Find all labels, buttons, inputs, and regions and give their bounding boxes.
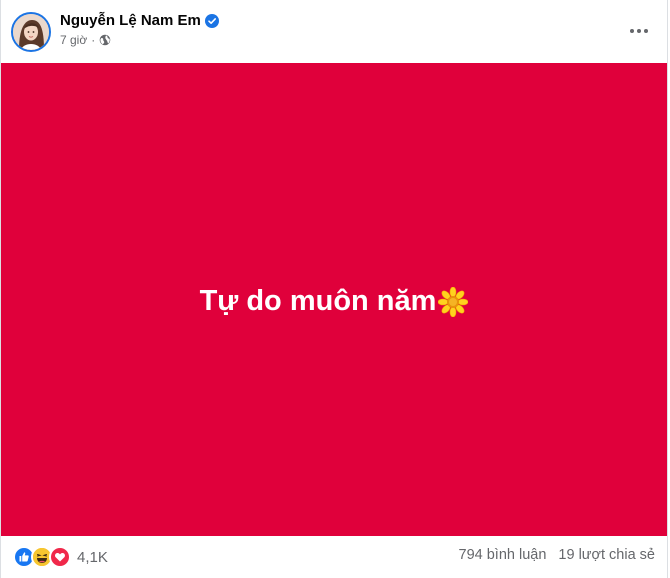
status-background[interactable]: Tự do muôn năm bbox=[1, 63, 667, 536]
love-icon bbox=[49, 546, 71, 568]
globe-icon[interactable] bbox=[99, 34, 111, 46]
post-header: Nguyễn Lệ Nam Em 7 giờ · bbox=[1, 0, 667, 62]
status-text: Tự do muôn năm bbox=[199, 285, 437, 317]
status-text-block: Tự do muôn năm bbox=[200, 285, 469, 318]
avatar[interactable] bbox=[11, 12, 51, 52]
share-count[interactable]: 19 lượt chia sẻ bbox=[558, 547, 655, 563]
more-dots-icon bbox=[629, 21, 649, 39]
reaction-count[interactable]: 4,1K bbox=[77, 549, 108, 566]
author-name[interactable]: Nguyễn Lệ Nam Em bbox=[60, 12, 201, 29]
meta-separator: · bbox=[91, 33, 96, 47]
sunflower-icon bbox=[438, 286, 469, 317]
reactions-summary[interactable]: 4,1K bbox=[13, 546, 108, 568]
facebook-post: Nguyễn Lệ Nam Em 7 giờ · Tự do muôn năm … bbox=[0, 0, 668, 578]
post-timestamp[interactable]: 7 giờ bbox=[60, 33, 87, 47]
more-options-button[interactable] bbox=[625, 18, 653, 42]
post-meta: 7 giờ · bbox=[60, 33, 111, 47]
comment-count[interactable]: 794 bình luận bbox=[459, 547, 547, 563]
author-block: Nguyễn Lệ Nam Em bbox=[60, 12, 219, 29]
verified-badge-icon bbox=[204, 13, 219, 28]
post-footer: 4,1K 794 bình luận 19 lượt chia sẻ bbox=[1, 538, 667, 578]
engagement-stats: 794 bình luận 19 lượt chia sẻ bbox=[459, 547, 655, 563]
